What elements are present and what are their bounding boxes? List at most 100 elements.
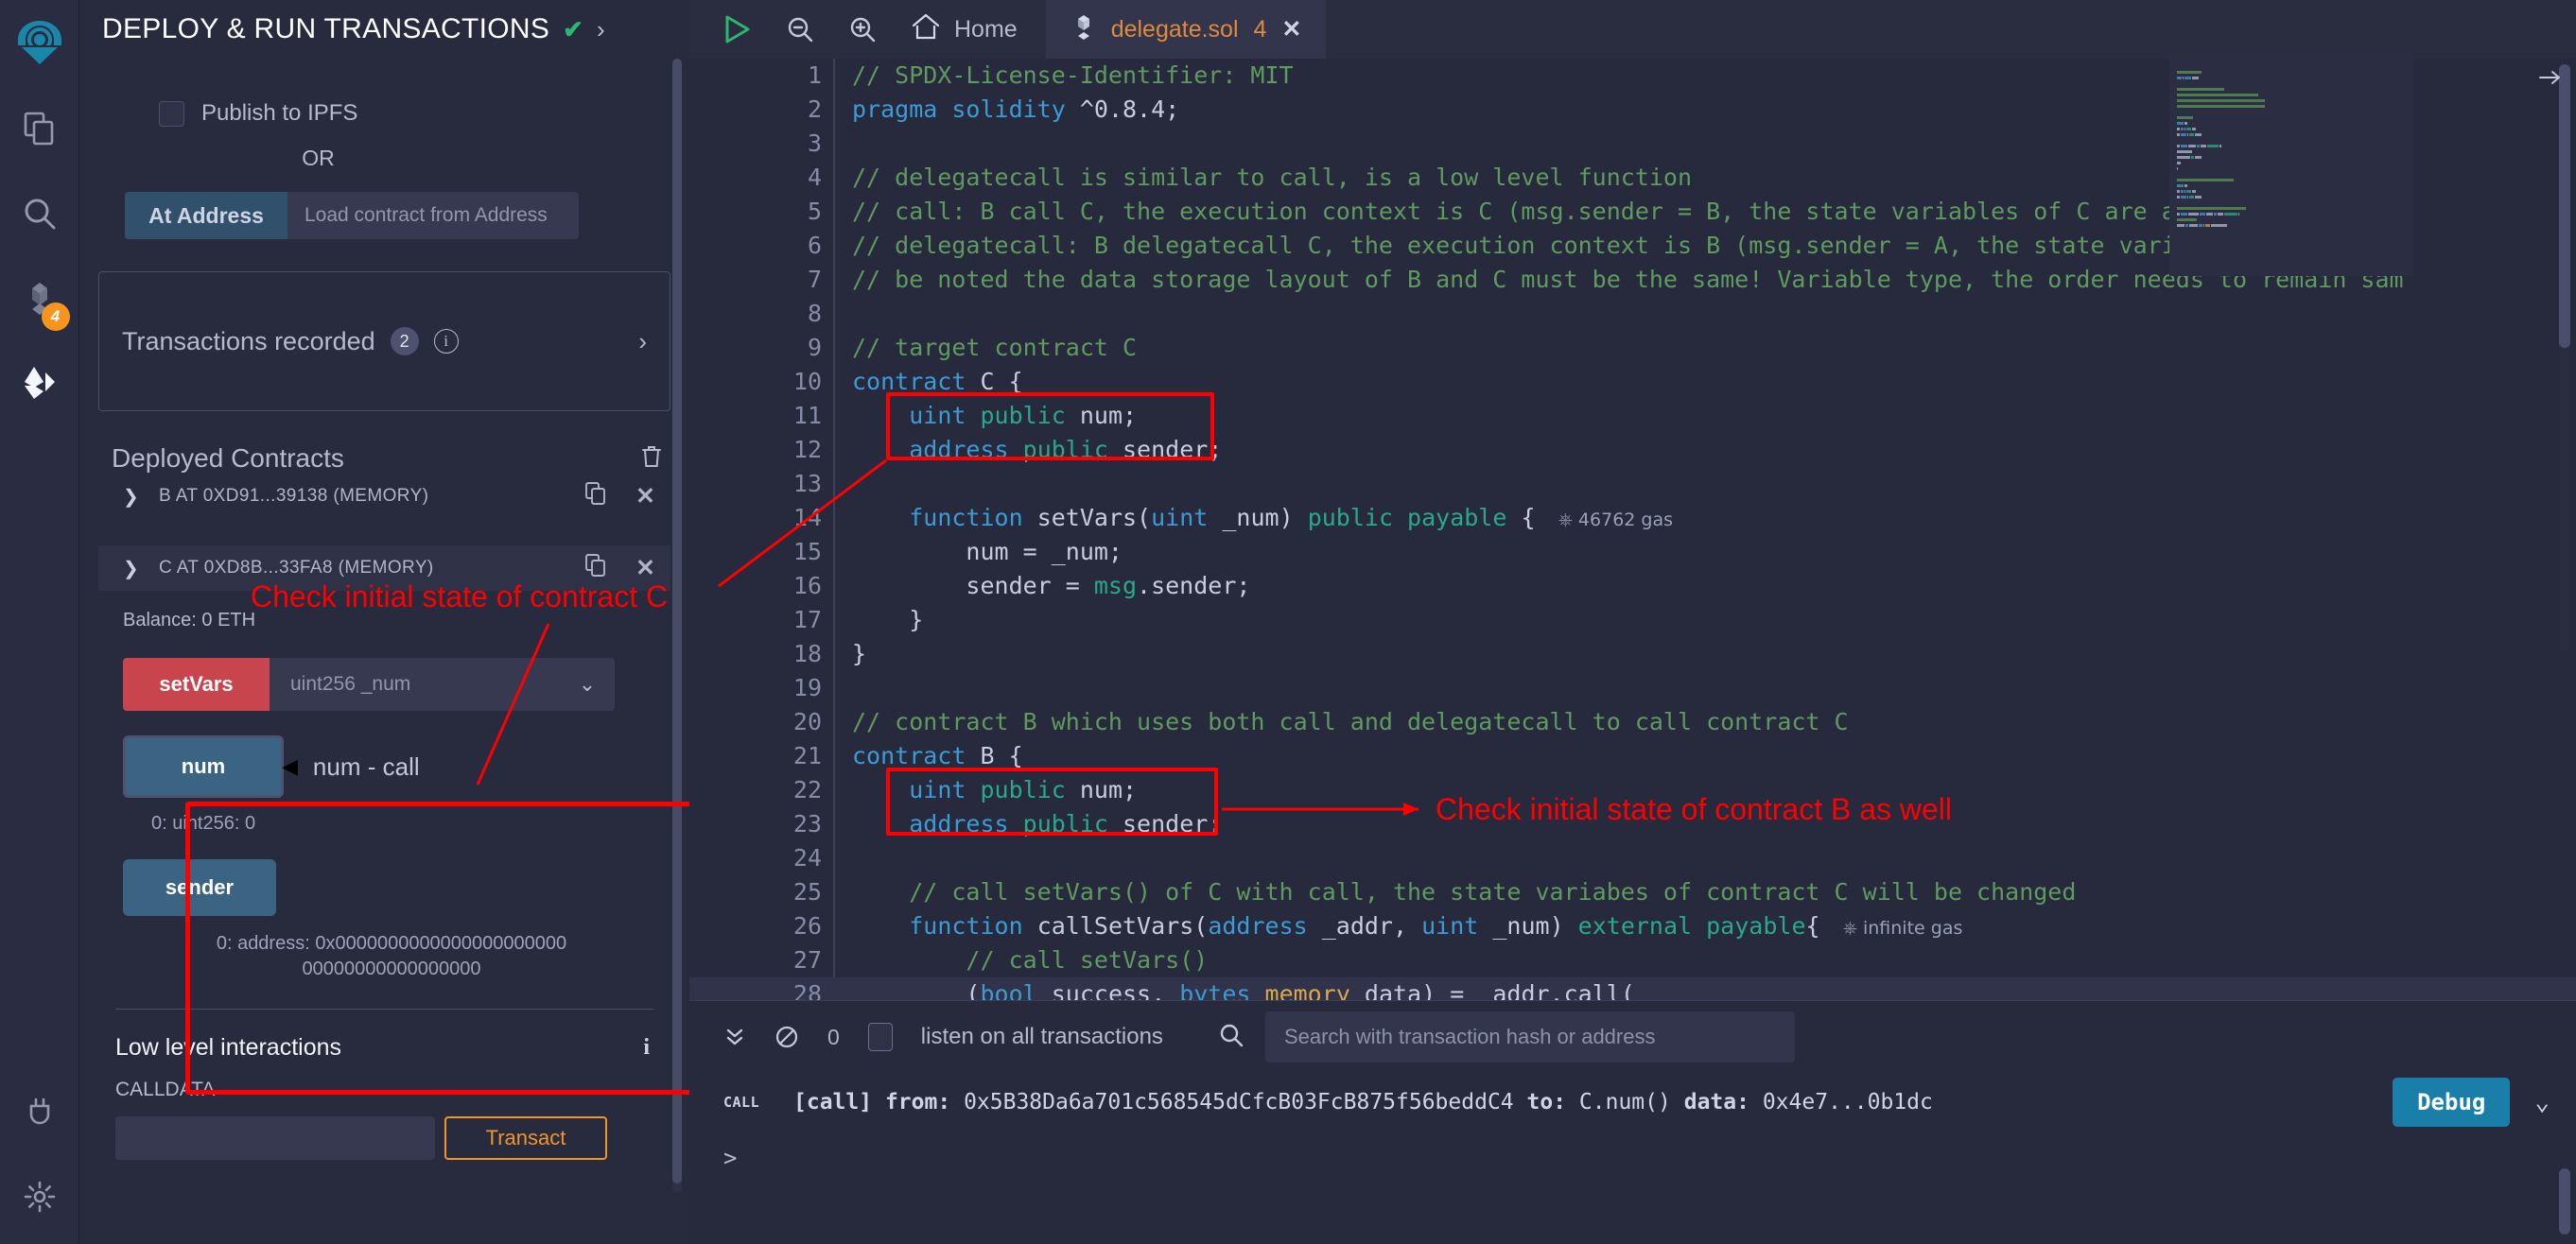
chevron-down-icon[interactable]: ❯ — [123, 557, 140, 580]
transact-button[interactable]: Transact — [444, 1116, 607, 1160]
editor-toolbar: Home — [689, 0, 1046, 59]
debug-button[interactable]: Debug — [2393, 1078, 2511, 1127]
terminal-prompt[interactable]: > — [689, 1132, 2576, 1171]
file-explorer-icon[interactable] — [11, 100, 68, 157]
code-line[interactable]: 8 — [689, 297, 2576, 331]
code-line[interactable]: 24 — [689, 841, 2576, 875]
remix-logo-icon[interactable] — [10, 13, 69, 72]
info-icon[interactable]: i — [433, 329, 459, 354]
close-icon[interactable]: ✕ — [635, 556, 655, 580]
code-minimap[interactable] — [2169, 59, 2413, 276]
chevron-right-icon[interactable]: › — [597, 15, 605, 44]
code-line[interactable]: 21 contract B { — [689, 739, 2576, 773]
calldata-input[interactable] — [115, 1116, 435, 1160]
zoom-in-icon[interactable] — [848, 15, 877, 43]
transactions-recorded-label: Transactions recorded — [122, 326, 375, 355]
code-editor[interactable]: 1// SPDX-License-Identifier: MIT 2 pragma … — [689, 59, 2576, 1000]
listen-all-checkbox[interactable] — [867, 1023, 893, 1051]
search-icon[interactable] — [11, 185, 68, 242]
deployed-contract-b-row[interactable]: ❯ B AT 0XD91...39138 (MEMORY) ✕ — [98, 474, 670, 519]
setvars-num-input[interactable]: uint256 _num — [270, 658, 560, 711]
play-run-icon[interactable] — [723, 14, 752, 44]
code-line[interactable]: 16 sender = msg.sender; — [689, 569, 2576, 603]
code-token: _addr, — [1307, 912, 1422, 940]
close-icon[interactable] — [2538, 68, 2563, 92]
code-line[interactable]: 14 function setVars(uint _num) public pa… — [689, 501, 2576, 535]
setvars-button[interactable]: setVars — [123, 658, 270, 711]
trash-icon[interactable] — [640, 444, 663, 474]
code-line[interactable]: 26 function callSetVars(address _addr, u… — [689, 909, 2576, 943]
panel-scrollbar[interactable] — [672, 59, 682, 1193]
code-token: uint — [909, 402, 966, 429]
no-entry-clear-icon[interactable] — [775, 1025, 799, 1049]
transactions-recorded-card[interactable]: Transactions recorded 2 i › — [98, 271, 670, 411]
publish-ipfs-checkbox[interactable] — [159, 100, 184, 127]
code-line[interactable]: 20 // contract B which uses both call and… — [689, 705, 2576, 739]
chevron-right-icon[interactable]: ❯ — [123, 485, 140, 509]
divider — [115, 1009, 653, 1010]
code-token: solidity — [951, 95, 1066, 123]
chevron-right-icon[interactable]: › — [638, 327, 647, 356]
chevron-down-icon[interactable]: ⌄ — [2534, 1088, 2550, 1116]
code-line[interactable]: 13 — [689, 467, 2576, 501]
code-token: address — [909, 810, 1009, 838]
code-token: uint — [909, 776, 966, 803]
tab-delegate-sol[interactable]: delegate.sol 4 ✕ — [1045, 0, 1327, 59]
num-getter-button[interactable]: num — [123, 735, 284, 798]
deploy-run-icon[interactable] — [11, 355, 68, 412]
at-address-input[interactable]: Load contract from Address — [287, 192, 579, 239]
code-token: sender; — [1107, 810, 1223, 838]
terminal-search: Search with transaction hash or address — [1218, 1011, 1795, 1063]
terminal-scrollbar[interactable] — [2559, 1168, 2570, 1235]
code-token: _num) — [1478, 912, 1578, 940]
close-icon[interactable]: ✕ — [635, 484, 655, 509]
editor-scrollbar[interactable] — [2559, 64, 2570, 650]
close-icon[interactable]: ✕ — [1281, 15, 1301, 43]
line-number: 2 — [807, 95, 822, 123]
code-token: function — [909, 912, 1023, 940]
code-line[interactable]: 11 uint public num; — [689, 399, 2576, 433]
code-token: num = _num; — [852, 538, 1123, 565]
code-line[interactable]: 28 (bool success, bytes memory data) = _… — [689, 977, 2576, 1000]
code-line[interactable]: 12 address public sender; — [689, 433, 2576, 467]
gas-estimate: ⎈ infinite gas — [1842, 918, 1963, 939]
code-line[interactable]: 18} — [689, 637, 2576, 671]
zoom-out-icon[interactable] — [786, 15, 814, 43]
check-icon: ✔ — [563, 14, 583, 43]
code-token: sender; — [1107, 436, 1223, 463]
home-icon — [911, 12, 941, 47]
sender-getter-value: 0: address: 0x0000000000000000000000 0000… — [155, 931, 628, 982]
minimap-line — [2177, 139, 2406, 142]
line-number: 14 — [792, 504, 822, 531]
code-line[interactable]: 15 num = _num; — [689, 535, 2576, 569]
info-icon[interactable]: i — [643, 1035, 650, 1061]
publish-ipfs-row[interactable]: Publish to IPFS — [159, 100, 670, 127]
code-line[interactable]: 19 — [689, 671, 2576, 705]
copy-icon[interactable] — [584, 481, 607, 511]
plugin-manager-icon[interactable] — [11, 1083, 68, 1140]
home-tab[interactable]: Home — [911, 12, 1018, 47]
line-number: 22 — [792, 776, 822, 803]
sender-getter-button[interactable]: sender — [123, 859, 276, 916]
transaction-log-row[interactable]: CALL [call] from: 0x5B38Da6a701c568545dC… — [689, 1073, 2576, 1132]
settings-gear-icon[interactable] — [11, 1168, 68, 1225]
copy-icon[interactable] — [584, 553, 607, 583]
double-chevron-down-icon[interactable] — [723, 1025, 746, 1049]
code-line[interactable]: 25 // call setVars() of C with call, the… — [689, 875, 2576, 909]
terminal-toolbar: 0 listen on all transactions Search with… — [689, 1001, 2576, 1073]
terminal-search-input[interactable]: Search with transaction hash or address — [1264, 1011, 1795, 1063]
code-line[interactable]: 10 contract C { — [689, 365, 2576, 399]
line-number: 9 — [807, 334, 822, 361]
solidity-compiler-icon[interactable]: 4 — [11, 270, 70, 331]
code-line[interactable]: 22 uint public num; — [689, 773, 2576, 807]
at-address-button[interactable]: At Address — [125, 192, 287, 239]
chevron-down-icon[interactable]: ⌄ — [560, 658, 615, 711]
getters-section: num ◀ num - call 0: uint256: 0 sender 0:… — [123, 735, 670, 982]
code-line[interactable]: 17 } — [689, 603, 2576, 637]
code-line[interactable]: 9 // target contract C — [689, 331, 2576, 365]
code-line[interactable]: 27 // call setVars() — [689, 943, 2576, 977]
deployed-contract-c-row[interactable]: ❯ C AT 0XD8B...33FA8 (MEMORY) ✕ — [98, 545, 670, 591]
code-line[interactable]: 23 address public sender; — [689, 807, 2576, 841]
